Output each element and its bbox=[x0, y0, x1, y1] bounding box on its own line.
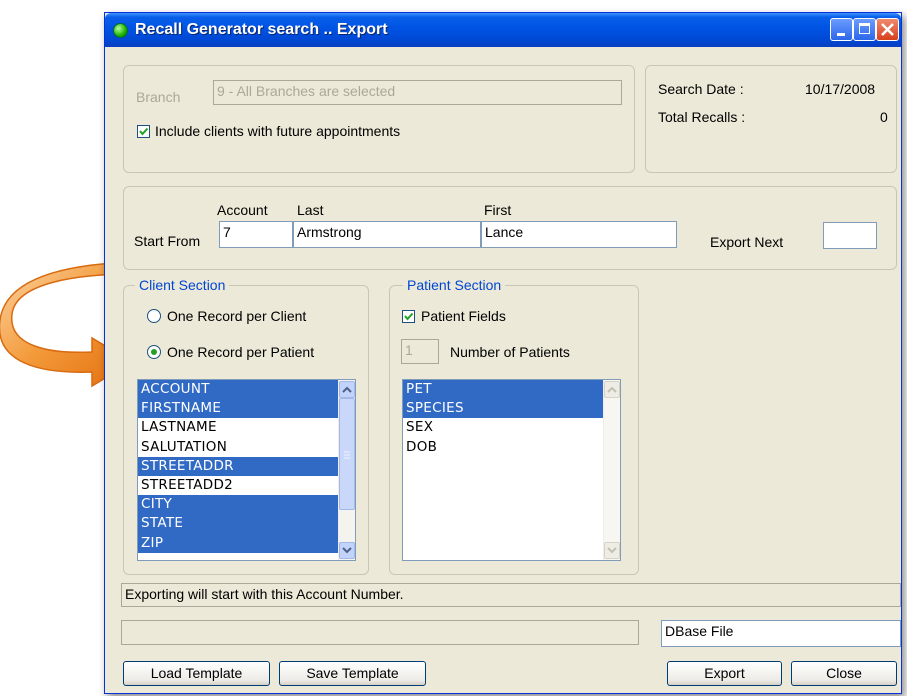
first-name-input[interactable]: Lance bbox=[481, 221, 677, 248]
scroll-up-button-disabled[interactable] bbox=[604, 381, 620, 398]
total-recalls-value: 0 bbox=[880, 109, 888, 125]
branch-field[interactable]: 9 - All Branches are selected bbox=[213, 80, 622, 105]
chevron-up-icon bbox=[342, 386, 352, 393]
list-item[interactable]: ACCOUNT bbox=[138, 380, 355, 400]
include-future-checkbox[interactable] bbox=[137, 125, 150, 138]
file-type-field[interactable]: DBase File bbox=[661, 620, 901, 647]
list-item[interactable]: SPECIES bbox=[403, 399, 620, 419]
radio-selected-dot bbox=[151, 349, 157, 355]
number-of-patients-field[interactable]: 1 bbox=[401, 339, 439, 364]
list-item[interactable]: CITY bbox=[138, 495, 355, 515]
scroll-down-button[interactable] bbox=[339, 542, 355, 559]
list-item[interactable]: STREETADDR bbox=[138, 456, 355, 476]
one-record-per-client-radio[interactable] bbox=[147, 309, 161, 323]
scroll-down-button-disabled[interactable] bbox=[604, 542, 620, 559]
start-from-label: Start From bbox=[134, 233, 201, 249]
export-next-label: Export Next bbox=[710, 234, 784, 250]
patient-section-title: Patient Section bbox=[403, 277, 506, 293]
load-template-button[interactable]: Load Template bbox=[123, 661, 270, 686]
search-date-value: 10/17/2008 bbox=[805, 81, 876, 97]
export-next-input[interactable] bbox=[823, 222, 877, 249]
patient-fields-scrollbar[interactable] bbox=[603, 380, 620, 560]
first-header: First bbox=[484, 202, 512, 218]
close-button[interactable]: Close bbox=[791, 661, 897, 686]
list-item[interactable]: DOB bbox=[403, 438, 620, 457]
chevron-down-icon bbox=[607, 547, 617, 554]
maximize-button[interactable] bbox=[853, 18, 876, 41]
grip-icon bbox=[344, 451, 350, 459]
status-message: Exporting will start with this Account N… bbox=[121, 583, 901, 607]
one-record-per-patient-radio[interactable] bbox=[147, 345, 161, 359]
patient-fields-list: PET SPECIES SEX DOB bbox=[403, 380, 620, 457]
patient-fields-listbox[interactable]: PET SPECIES SEX DOB bbox=[402, 379, 621, 561]
client-fields-listbox[interactable]: ACCOUNT FIRSTNAME LASTNAME SALUTATION STREET… bbox=[137, 379, 356, 561]
window-title: Recall Generator search .. Export bbox=[135, 21, 388, 38]
one-record-per-client-label: One Record per Client bbox=[167, 308, 307, 324]
patient-fields-checkbox[interactable] bbox=[402, 310, 415, 323]
checkmark-icon bbox=[404, 312, 414, 321]
total-recalls-label: Total Recalls : bbox=[658, 109, 746, 125]
scroll-up-button[interactable] bbox=[339, 381, 355, 398]
maximize-icon bbox=[859, 23, 870, 34]
chevron-down-icon bbox=[342, 547, 352, 554]
account-input[interactable]: 7 bbox=[219, 221, 293, 248]
list-item[interactable]: PET bbox=[403, 380, 620, 400]
list-item[interactable]: FIRSTNAME bbox=[138, 399, 355, 419]
search-date-label: Search Date : bbox=[658, 81, 744, 97]
last-header: Last bbox=[297, 202, 324, 218]
close-icon bbox=[881, 23, 894, 36]
client-section-title: Client Section bbox=[135, 277, 230, 293]
include-future-label: Include clients with future appointments bbox=[155, 123, 401, 139]
account-header: Account bbox=[217, 202, 268, 218]
save-template-button[interactable]: Save Template bbox=[279, 661, 426, 686]
close-window-button[interactable] bbox=[876, 18, 899, 41]
list-item[interactable]: STREETADD2 bbox=[138, 476, 355, 495]
one-record-per-patient-label: One Record per Patient bbox=[167, 344, 315, 360]
client-fields-list: ACCOUNT FIRSTNAME LASTNAME SALUTATION STREET… bbox=[138, 380, 355, 553]
checkmark-icon bbox=[139, 127, 149, 136]
branch-label: Branch bbox=[136, 89, 181, 105]
scroll-thumb[interactable] bbox=[339, 398, 355, 510]
export-button[interactable]: Export bbox=[667, 661, 782, 686]
list-item[interactable]: LASTNAME bbox=[138, 418, 355, 437]
number-of-patients-label: Number of Patients bbox=[450, 344, 570, 360]
app-status-icon bbox=[113, 23, 128, 38]
list-item[interactable]: SEX bbox=[403, 418, 620, 437]
minimize-button[interactable] bbox=[830, 18, 853, 41]
progress-bar bbox=[121, 620, 639, 645]
list-item[interactable]: SALUTATION bbox=[138, 438, 355, 457]
export-window: Recall Generator search .. Export Branch… bbox=[104, 12, 902, 694]
client-fields-scrollbar[interactable] bbox=[338, 380, 355, 560]
last-name-input[interactable]: Armstrong bbox=[293, 221, 481, 248]
chevron-up-icon bbox=[607, 386, 617, 393]
patient-fields-label: Patient Fields bbox=[421, 308, 506, 324]
list-item[interactable]: ZIP bbox=[138, 533, 355, 553]
minimize-icon bbox=[837, 33, 845, 36]
list-item[interactable]: STATE bbox=[138, 514, 355, 534]
title-bar[interactable]: Recall Generator search .. Export bbox=[105, 13, 901, 47]
